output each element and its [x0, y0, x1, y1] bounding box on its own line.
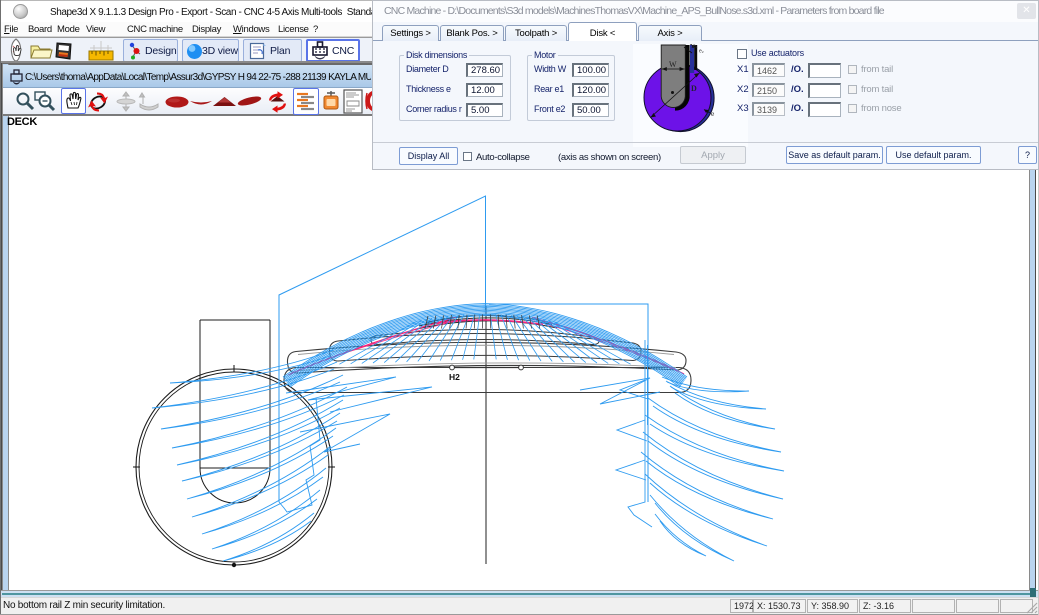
svg-text:W: W	[669, 60, 677, 69]
svg-text:e: e	[711, 109, 715, 118]
svg-text:e₂: e₂	[699, 49, 704, 55]
svg-text:D: D	[691, 84, 697, 93]
svg-text:e₁: e₁	[693, 44, 698, 50]
svg-text:H2: H2	[449, 372, 460, 382]
